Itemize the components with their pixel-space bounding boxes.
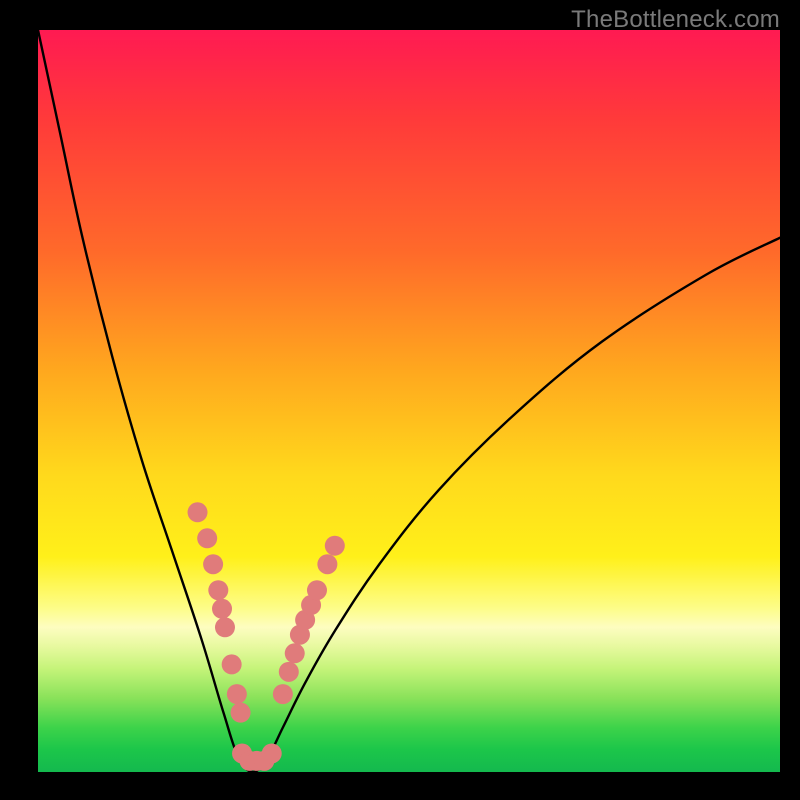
watermark-text: TheBottleneck.com <box>571 6 780 34</box>
chart-frame: TheBottleneck.com <box>0 0 800 800</box>
highlight-dots-group <box>188 502 345 771</box>
plot-area <box>38 30 780 772</box>
highlight-dot <box>227 684 247 704</box>
highlight-dot <box>317 554 337 574</box>
highlight-dot <box>231 703 251 723</box>
highlight-dot <box>273 684 293 704</box>
highlight-dot <box>215 617 235 637</box>
highlight-dot <box>222 654 242 674</box>
highlight-dot <box>197 528 217 548</box>
highlight-dot <box>188 502 208 522</box>
highlight-dot <box>212 599 232 619</box>
chart-overlay <box>38 30 780 772</box>
highlight-dot <box>279 662 299 682</box>
bottleneck-curve <box>38 30 780 772</box>
highlight-dot <box>325 536 345 556</box>
highlight-dot <box>307 580 327 600</box>
highlight-dot <box>203 554 223 574</box>
highlight-dot <box>285 643 305 663</box>
highlight-dot <box>208 580 228 600</box>
highlight-dot <box>262 743 282 763</box>
